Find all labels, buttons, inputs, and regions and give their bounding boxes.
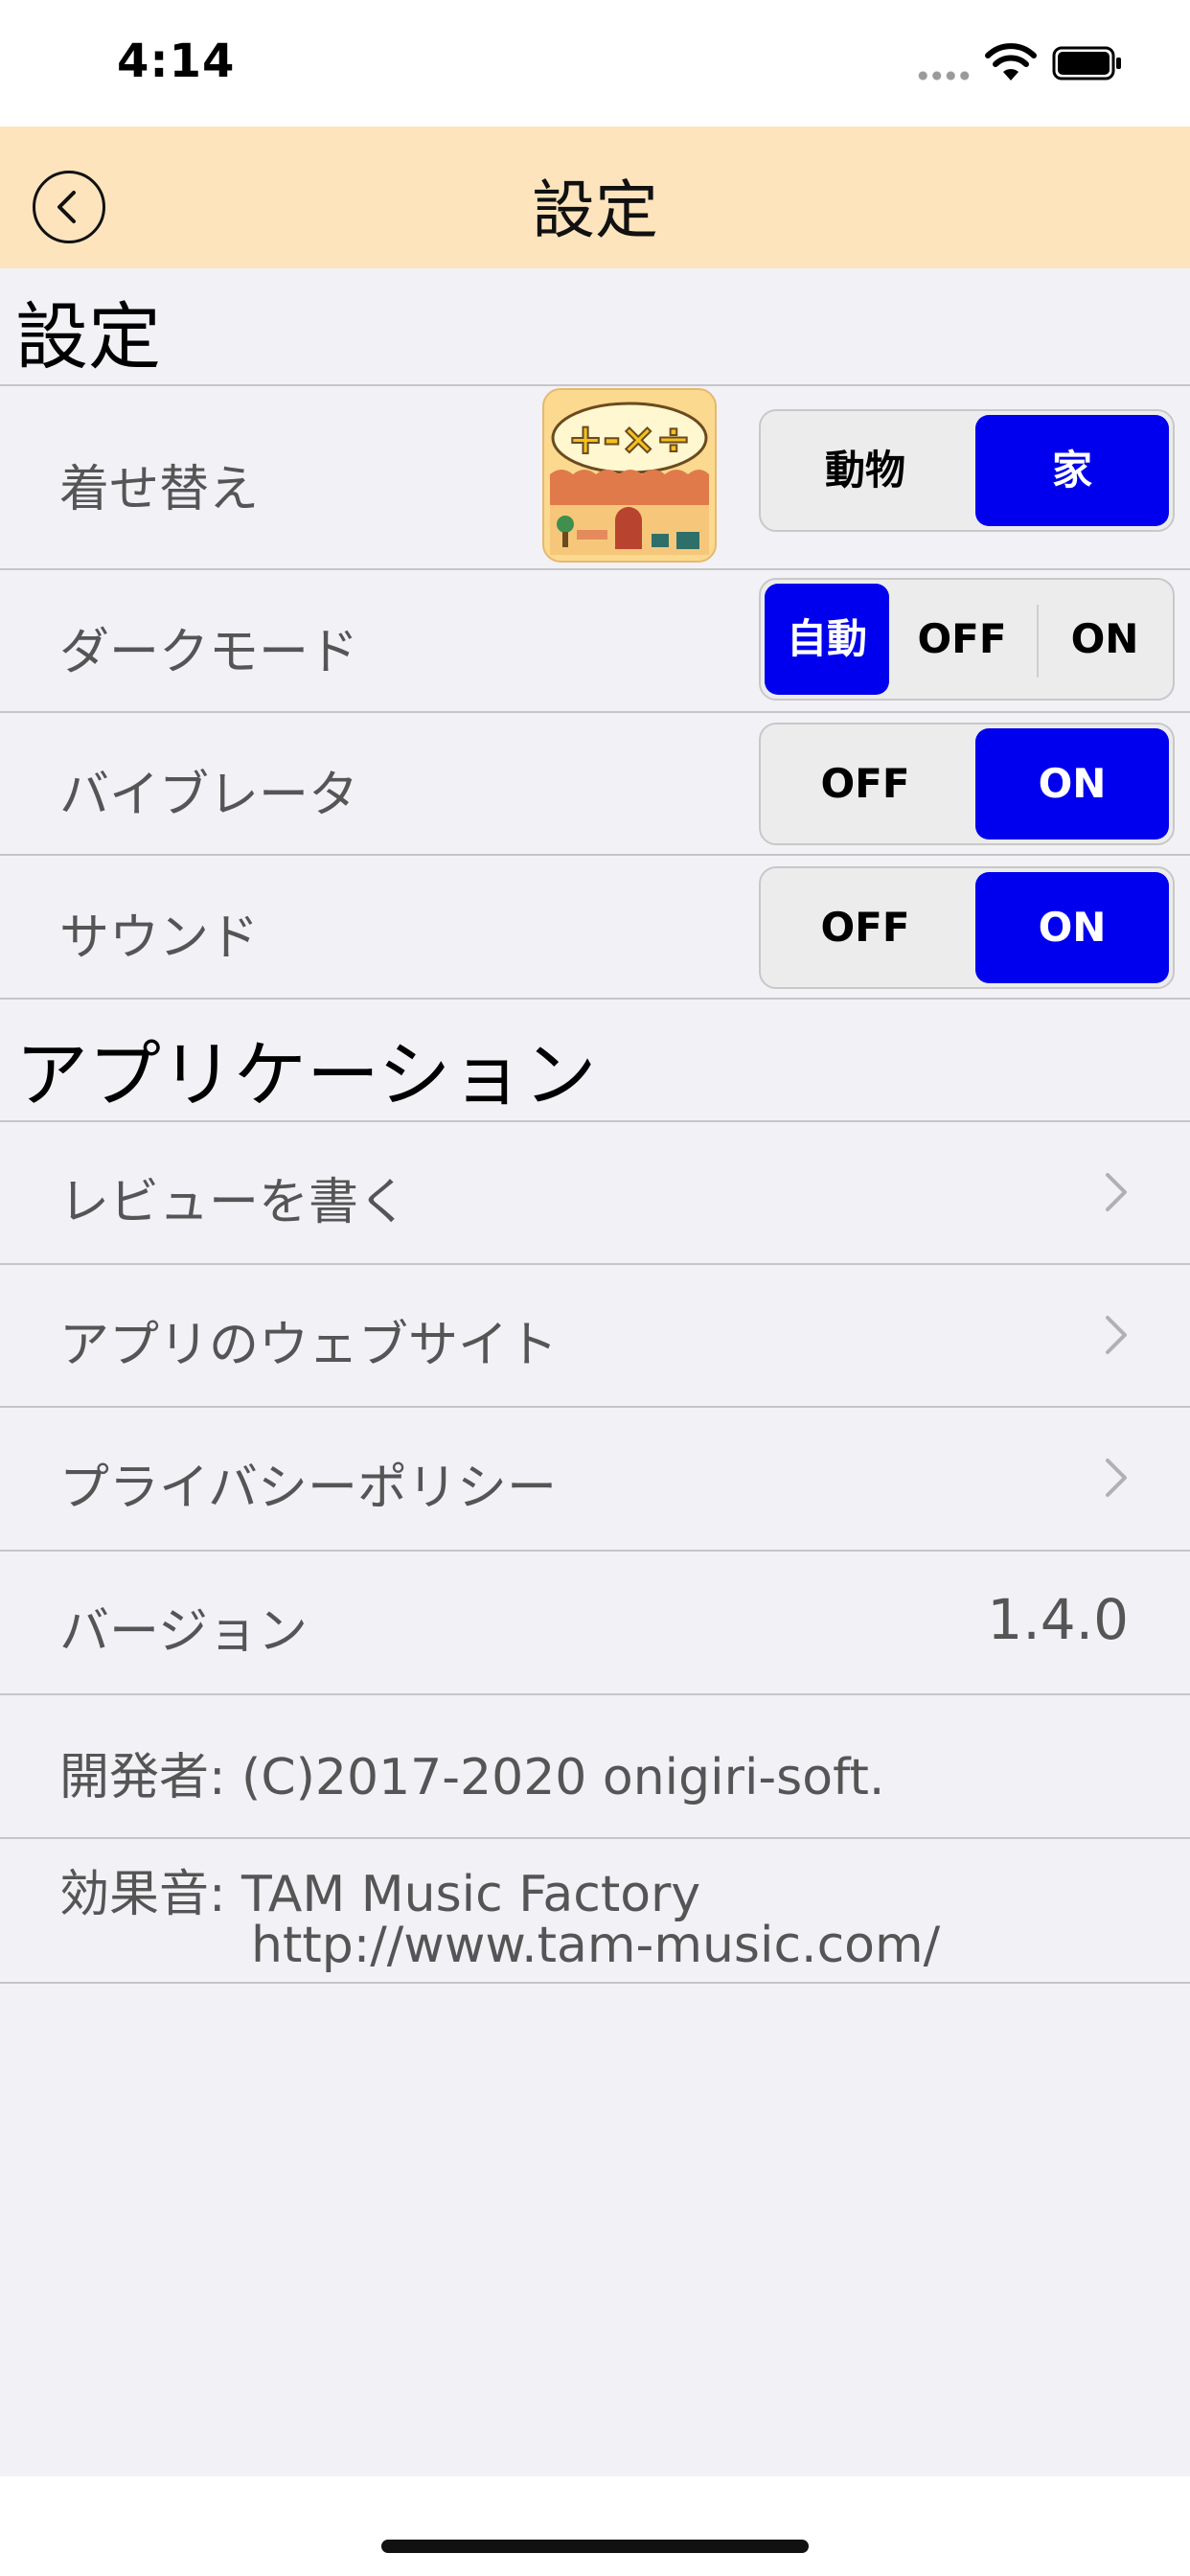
version-row: バージョン 1.4.0 xyxy=(0,1551,1190,1693)
version-value: 1.4.0 xyxy=(987,1587,1129,1652)
developer-credit: 開発者: (C)2017-2020 onigiri-soft. xyxy=(59,1749,885,1806)
vibrator-option-on[interactable]: ON xyxy=(975,728,1169,840)
sound-option-off[interactable]: OFF xyxy=(765,872,966,983)
divider xyxy=(0,1982,1190,1984)
chevron-right-icon xyxy=(1106,1316,1127,1354)
divider xyxy=(0,998,1190,1000)
app-website-label: アプリのウェブサイト xyxy=(59,1317,559,1374)
theme-option-house[interactable]: 家 xyxy=(975,415,1169,526)
svg-text:+-×÷: +-×÷ xyxy=(568,415,692,464)
sound-credit-url[interactable]: http://www.tam-music.com/ xyxy=(251,1917,940,1974)
privacy-policy-row[interactable]: プライバシーポリシー xyxy=(0,1407,1190,1550)
app-website-row[interactable]: アプリのウェブサイト xyxy=(0,1264,1190,1406)
write-review-label: レビューを書く xyxy=(59,1174,409,1231)
vibrator-segmented-control: OFF ON xyxy=(759,723,1175,845)
theme-option-animal[interactable]: 動物 xyxy=(765,415,966,526)
developer-row: 開発者: (C)2017-2020 onigiri-soft. xyxy=(0,1694,1190,1837)
status-time: 4:14 xyxy=(117,34,236,88)
wifi-icon xyxy=(985,43,1037,80)
theme-label: 着せ替え xyxy=(59,461,260,518)
theme-segmented-control: 動物 家 xyxy=(759,409,1175,532)
navigation-bar: 設定 xyxy=(0,126,1190,268)
status-bar: 4:14 xyxy=(0,0,1190,126)
dark-mode-option-off[interactable]: OFF xyxy=(899,584,1025,695)
write-review-row[interactable]: レビューを書く xyxy=(0,1121,1190,1263)
segment-separator xyxy=(1037,605,1039,678)
home-indicator[interactable] xyxy=(381,2540,809,2553)
sound-credit: 効果音: TAM Music Factory xyxy=(59,1866,701,1923)
sound-credit-row: 効果音: TAM Music Factory http://www.tam-mu… xyxy=(0,1838,1190,1982)
dark-mode-option-auto[interactable]: 自動 xyxy=(765,584,889,695)
privacy-policy-label: プライバシーポリシー xyxy=(59,1460,557,1517)
vibrator-option-off[interactable]: OFF xyxy=(765,728,966,840)
dark-mode-segmented-control: 自動 OFF ON xyxy=(759,578,1175,701)
theme-preview-image: +-×÷ xyxy=(542,388,717,563)
signal-dots-icon xyxy=(916,71,972,80)
sound-option-on[interactable]: ON xyxy=(975,872,1169,983)
sound-label: サウンド xyxy=(59,909,260,967)
section-header-application: アプリケーション xyxy=(15,1032,597,1117)
dark-mode-option-on[interactable]: ON xyxy=(1041,584,1169,695)
vibrator-label: バイブレータ xyxy=(59,767,359,824)
page-title: 設定 xyxy=(532,173,658,247)
section-header-settings: 設定 xyxy=(15,294,161,380)
version-label: バージョン xyxy=(59,1603,308,1661)
chevron-right-icon xyxy=(1106,1173,1127,1211)
chevron-right-icon xyxy=(1106,1459,1127,1497)
dark-mode-label: ダークモード xyxy=(59,624,359,681)
battery-icon xyxy=(1052,46,1121,80)
sound-segmented-control: OFF ON xyxy=(759,866,1175,989)
home-area xyxy=(0,2476,1190,2576)
